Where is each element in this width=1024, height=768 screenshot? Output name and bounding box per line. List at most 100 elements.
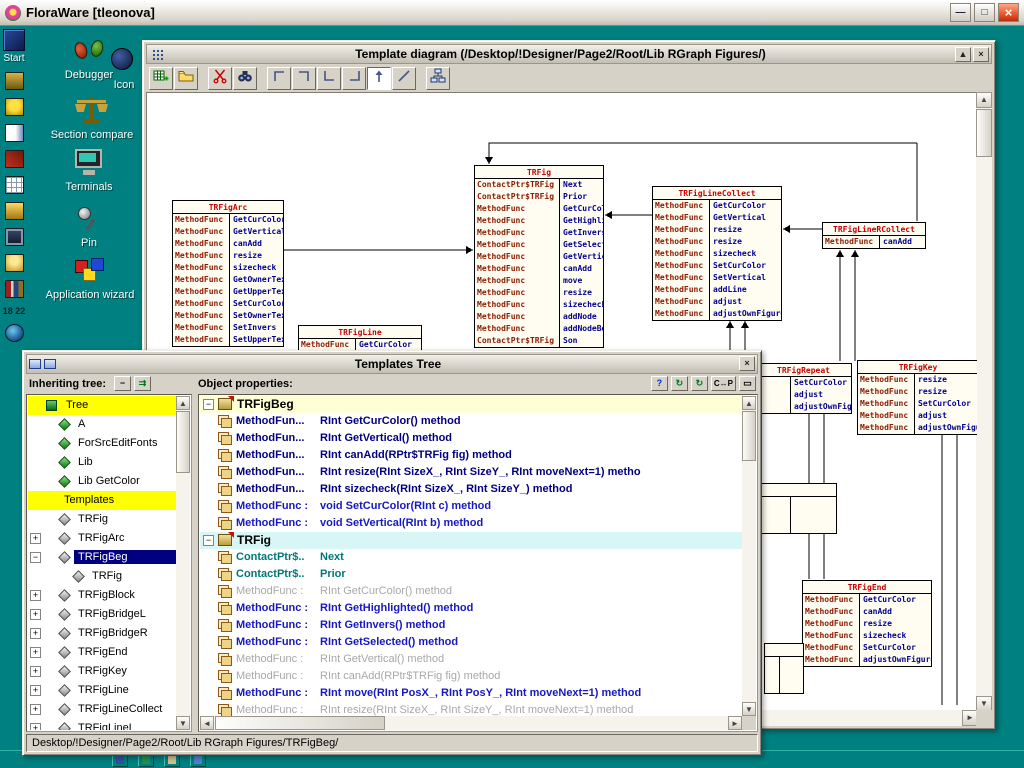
line-corner-right-down-button[interactable] xyxy=(292,67,316,90)
tree-vscrollbar[interactable]: ▲ ▼ xyxy=(176,396,190,730)
books-icon[interactable] xyxy=(5,280,24,298)
entity-trfigarc[interactable]: TRFigArcMethodFuncGetCurColorMethodFuncG… xyxy=(172,200,284,347)
entity-fragment[interactable] xyxy=(759,483,837,534)
tree-item-a[interactable]: A xyxy=(28,415,176,434)
scroll-thumb[interactable] xyxy=(215,716,385,730)
property-item[interactable]: MethodFunc :RInt canAdd(RPtr$TRFig fig) … xyxy=(200,668,742,685)
property-item[interactable]: ContactPtr$..Next xyxy=(200,549,742,566)
diagram-settings-button[interactable] xyxy=(426,67,450,90)
entity-trfigend[interactable]: TRFigEndMethodFuncGetCurColorMethodFuncc… xyxy=(802,580,932,667)
entity-trfigline[interactable]: TRFigLineMethodFuncGetCurColor xyxy=(298,325,422,352)
expand-toggle[interactable]: + xyxy=(30,533,41,544)
tree-item-trfigarc[interactable]: +TRFigArc xyxy=(28,529,176,548)
tree-item-trfigblock[interactable]: +TRFigBlock xyxy=(28,586,176,605)
tree-item-trfig[interactable]: TRFig xyxy=(28,567,176,586)
scroll-right-button[interactable]: ► xyxy=(728,716,742,730)
collapse-button[interactable]: − xyxy=(114,376,131,391)
properties-vscrollbar[interactable]: ▲ ▼ xyxy=(742,396,756,716)
tree-item-trfigbeg[interactable]: −TRFigBeg xyxy=(28,548,176,567)
diagram-close-button[interactable]: × xyxy=(973,47,989,62)
expand-toggle[interactable]: + xyxy=(30,628,41,639)
property-item[interactable]: MethodFunc :RInt GetVertical() method xyxy=(200,651,742,668)
property-item[interactable]: MethodFun...RInt sizecheck(RInt SizeX_, … xyxy=(200,481,742,498)
line-corner-down-left-button[interactable] xyxy=(342,67,366,90)
desktop-icon-icon[interactable]: Icon xyxy=(100,46,148,91)
open-button[interactable] xyxy=(174,67,198,90)
entity-trfiglinecollect[interactable]: TRFigLineCollectMethodFuncGetCurColorMet… xyxy=(652,186,782,321)
property-item[interactable]: MethodFunc :RInt GetSelected() method xyxy=(200,634,742,651)
expand-toggle[interactable]: + xyxy=(30,590,41,601)
monitor-icon[interactable] xyxy=(5,228,24,246)
line-vertical-arrow-button[interactable] xyxy=(367,67,391,90)
refresh-button[interactable]: ↻ xyxy=(671,376,688,391)
globe-icon[interactable] xyxy=(5,324,24,342)
expand-toggle[interactable]: + xyxy=(30,685,41,696)
tree-item-trfigbridgel[interactable]: +TRFigBridgeL xyxy=(28,605,176,624)
scroll-up-button[interactable]: ▲ xyxy=(176,396,190,410)
expand-toggle[interactable]: + xyxy=(30,704,41,715)
property-item[interactable]: MethodFun...RInt resize(RInt SizeX_, RIn… xyxy=(200,464,742,481)
tree-item-lib[interactable]: Lib xyxy=(28,453,176,472)
tree-item-tree[interactable]: Tree xyxy=(28,396,176,415)
property-section-trfig[interactable]: −TRFig xyxy=(200,532,742,549)
property-item[interactable]: ContactPtr$..Prior xyxy=(200,566,742,583)
add-button[interactable] xyxy=(149,67,173,90)
expand-toggle[interactable]: − xyxy=(30,552,41,563)
desktop-icon-pin[interactable]: Pin xyxy=(58,204,120,249)
close-button[interactable]: × xyxy=(998,3,1019,22)
collapse-toggle[interactable]: − xyxy=(203,535,214,546)
rollup-button[interactable]: ▲ xyxy=(955,47,971,62)
entity-trfiglinercollect[interactable]: TRFigLineRCollectMethodFunccanAdd xyxy=(822,222,926,249)
line-corner-down-right-button[interactable] xyxy=(317,67,341,90)
compare-button[interactable]: C↔P xyxy=(711,376,736,391)
help-button[interactable]: ? xyxy=(651,376,668,391)
tree-item-lib-getcolor[interactable]: Lib GetColor xyxy=(28,472,176,491)
property-item[interactable]: MethodFunc :void SetVertical(RInt b) met… xyxy=(200,515,742,532)
tree-item-templates[interactable]: Templates xyxy=(28,491,176,510)
property-item[interactable]: MethodFunc :RInt GetHighlighted() method xyxy=(200,600,742,617)
scales-icon[interactable] xyxy=(5,72,24,90)
scroll-thumb[interactable] xyxy=(176,411,190,473)
property-item[interactable]: MethodFunc :RInt GetCurColor() method xyxy=(200,583,742,600)
refresh-all-button[interactable]: ↻ xyxy=(691,376,708,391)
line-corner-up-right-button[interactable] xyxy=(267,67,291,90)
scroll-down-button[interactable]: ▼ xyxy=(176,716,190,730)
notebook-icon[interactable] xyxy=(5,124,24,142)
entity-trfigrepeat[interactable]: TRFigRepeatSetCurColoradjustadjustOwnFig… xyxy=(755,363,852,414)
tree-item-trfiglinel[interactable]: +TRFigLineL xyxy=(28,719,176,730)
key-icon[interactable] xyxy=(5,202,24,220)
expand-toggle[interactable]: + xyxy=(30,723,41,730)
desktop-icon-section-compare[interactable]: Section compare xyxy=(38,96,146,141)
property-section-trfigbeg[interactable]: −TRFigBeg xyxy=(200,396,742,413)
lamp-icon[interactable] xyxy=(5,254,24,272)
tree-item-trfigkey[interactable]: +TRFigKey xyxy=(28,662,176,681)
tree-item-trfig[interactable]: TRFig xyxy=(28,510,176,529)
scroll-thumb[interactable] xyxy=(742,411,756,461)
maximize-button[interactable]: □ xyxy=(974,3,995,22)
line-diagonal-button[interactable] xyxy=(392,67,416,90)
bell-icon[interactable] xyxy=(5,98,24,116)
expand-toggle[interactable]: + xyxy=(30,647,41,658)
scroll-down-button[interactable]: ▼ xyxy=(742,702,756,716)
desktop-icon-terminals[interactable]: Terminals xyxy=(54,148,124,193)
start-button[interactable]: Start xyxy=(0,26,28,64)
property-item[interactable]: MethodFun...RInt GetVertical() method xyxy=(200,430,742,447)
tree-item-trfigline[interactable]: +TRFigLine xyxy=(28,681,176,700)
diagram-titlebar[interactable]: Template diagram (/Desktop/!Designer/Pag… xyxy=(146,44,992,64)
property-item[interactable]: MethodFunc :RInt resize(RInt SizeX_, RIn… xyxy=(200,702,742,716)
expand-toggle[interactable]: + xyxy=(30,666,41,677)
grid-icon[interactable] xyxy=(5,176,24,194)
scroll-up-button[interactable]: ▲ xyxy=(742,396,756,410)
scroll-left-button[interactable]: ◄ xyxy=(200,716,214,730)
minimize-button[interactable]: — xyxy=(950,3,971,22)
property-item[interactable]: MethodFunc :RInt move(RInt PosX_, RInt P… xyxy=(200,685,742,702)
scroll-up-button[interactable]: ▲ xyxy=(976,92,992,108)
expand-toggle[interactable]: + xyxy=(30,609,41,620)
property-item[interactable]: MethodFunc :void SetCurColor(RInt c) met… xyxy=(200,498,742,515)
find-button[interactable] xyxy=(233,67,257,90)
entity-trfig[interactable]: TRFigContactPtr$TRFigNextContactPtr$TRFi… xyxy=(474,165,604,348)
options-button[interactable]: ▭ xyxy=(739,376,756,391)
scroll-thumb[interactable] xyxy=(976,109,992,157)
property-item[interactable]: MethodFun...RInt canAdd(RPtr$TRFig fig) … xyxy=(200,447,742,464)
tree-item-forsrceditfonts[interactable]: ForSrcEditFonts xyxy=(28,434,176,453)
